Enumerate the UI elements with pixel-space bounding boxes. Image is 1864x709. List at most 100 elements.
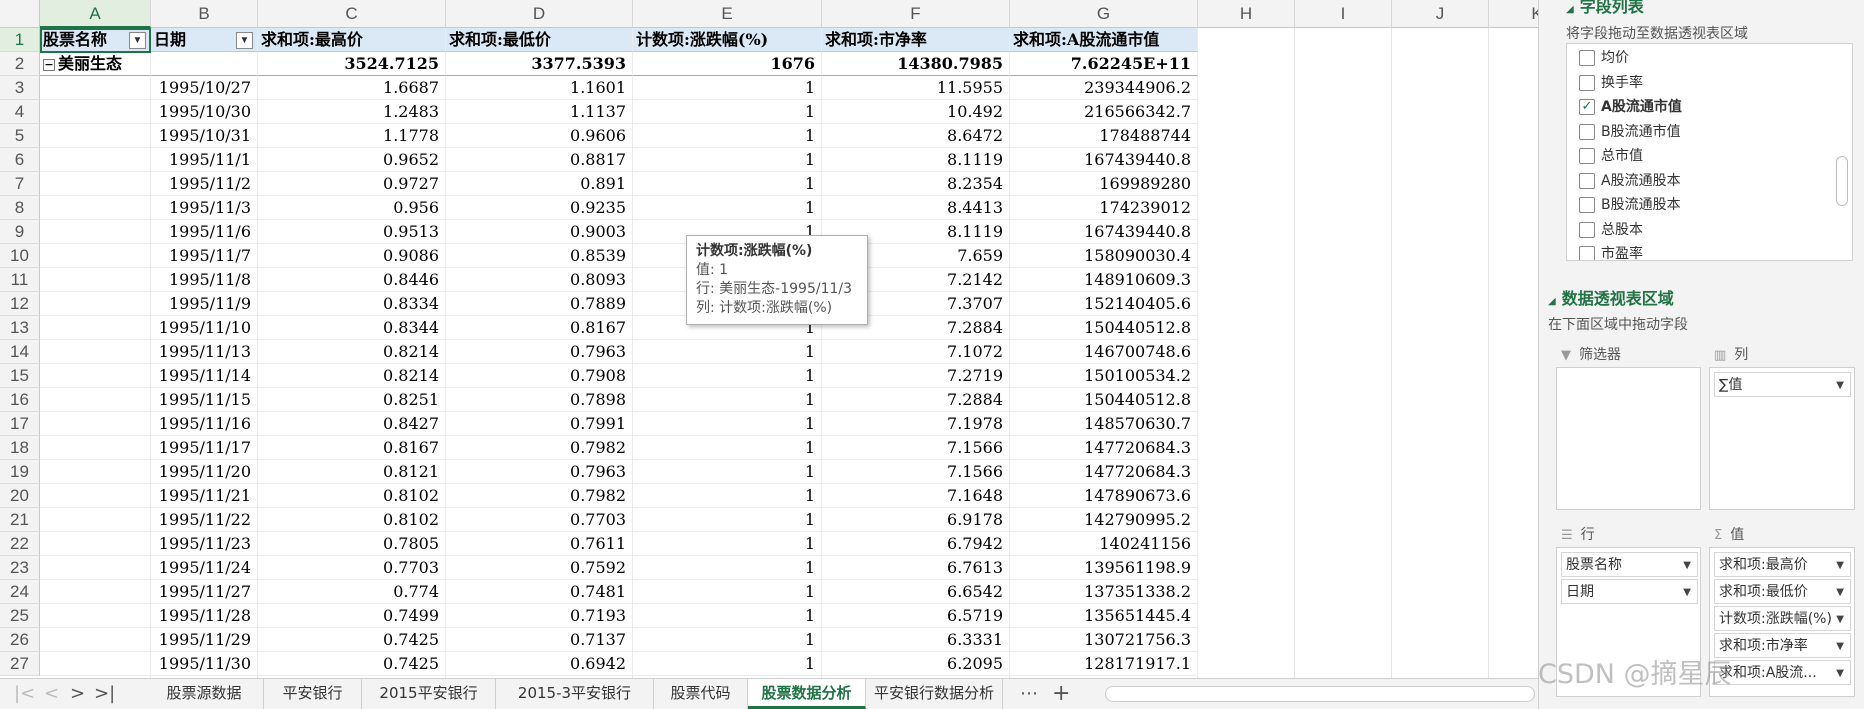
zone-field-chip[interactable]: 求和项:市净率 ▼ [1714,633,1851,658]
value-cell[interactable]: 130721756.3 [1010,628,1198,652]
date-cell[interactable]: 1995/11/15 [151,388,258,412]
row-header-19[interactable]: 19 [0,460,40,484]
sheet-tab[interactable]: 平安银行 [264,679,362,709]
zone-field-chip[interactable]: ∑值 ▼ [1714,372,1851,397]
value-cell[interactable]: 1 [633,340,822,364]
field-item[interactable]: 换手率 [1579,72,1643,94]
value-cell[interactable]: 6.2095 [822,652,1010,676]
row-header-14[interactable]: 14 [0,340,40,364]
value-cell[interactable]: 1 [633,388,822,412]
row-header-4[interactable]: 4 [0,100,40,124]
date-cell[interactable]: 1995/11/21 [151,484,258,508]
date-cell[interactable]: 1995/10/30 [151,100,258,124]
chevron-down-icon[interactable]: ▼ [1836,373,1844,396]
value-cell[interactable]: 0.774 [258,580,446,604]
value-cell[interactable]: 0.8446 [258,268,446,292]
sheet-tab[interactable]: 股票代码 [654,679,748,709]
value-cell[interactable]: 147720684.3 [1010,460,1198,484]
value-cell[interactable]: 1.1778 [258,124,446,148]
zone-field-chip[interactable]: 求和项:最低价 ▼ [1714,579,1851,604]
last-sheet-button[interactable]: >| [94,683,115,704]
value-cell[interactable]: 0.7991 [446,412,633,436]
value-cell[interactable]: 0.9727 [258,172,446,196]
value-cell[interactable]: 10.492 [822,100,1010,124]
row-header-1[interactable]: 1 [0,28,40,52]
value-cell[interactable]: 6.5719 [822,604,1010,628]
value-cell[interactable]: 0.8251 [258,388,446,412]
value-cell[interactable]: 148910609.3 [1010,268,1198,292]
row-header-20[interactable]: 20 [0,484,40,508]
value-cell[interactable]: 169989280 [1010,172,1198,196]
row-header-7[interactable]: 7 [0,172,40,196]
first-sheet-button[interactable]: |< [14,683,35,704]
value-cell[interactable]: 0.9086 [258,244,446,268]
field-item[interactable]: 总市值 [1579,145,1643,167]
date-cell[interactable]: 1995/10/27 [151,76,258,100]
value-cell[interactable]: 1.2483 [258,100,446,124]
row-header-15[interactable]: 15 [0,364,40,388]
value-cell[interactable]: 0.7425 [258,652,446,676]
checkbox-icon[interactable] [1579,172,1595,189]
chevron-down-icon[interactable]: ▼ [1836,607,1844,630]
column-header-b[interactable]: B [151,0,258,28]
chevron-down-icon[interactable]: ▼ [1683,580,1691,603]
value-cell[interactable]: 158090030.4 [1010,244,1198,268]
row-header-17[interactable]: 17 [0,412,40,436]
sheet-tab[interactable]: 2015平安银行 [362,679,496,709]
value-cell[interactable]: 0.8817 [446,148,633,172]
column-header-i[interactable]: I [1295,0,1392,28]
pivot-header-cell[interactable]: 求和项:最低价 [446,28,633,52]
value-cell[interactable]: 0.8539 [446,244,633,268]
value-cell[interactable]: 148570630.7 [1010,412,1198,436]
value-cell[interactable]: 0.8093 [446,268,633,292]
column-header-e[interactable]: E [633,0,822,28]
value-cell[interactable]: 1 [633,484,822,508]
pivot-header-cell[interactable]: 求和项:A股流通市值 [1010,28,1198,52]
pivot-header-cell[interactable]: 计数项:涨跌幅(%) [633,28,822,52]
value-cell[interactable]: 1 [633,652,822,676]
row-header-23[interactable]: 23 [0,556,40,580]
value-cell[interactable]: 1 [633,556,822,580]
value-cell[interactable]: 135651445.4 [1010,604,1198,628]
checkbox-icon[interactable] [1579,123,1595,140]
value-cell[interactable]: 0.9003 [446,220,633,244]
pivot-total-cell[interactable]: 14380.7985 [822,52,1010,76]
value-cell[interactable]: 0.7193 [446,604,633,628]
field-item[interactable]: B股流通股本 [1579,194,1681,216]
date-cell[interactable]: 1995/11/7 [151,244,258,268]
checkbox-icon[interactable] [1579,221,1595,238]
value-cell[interactable]: 7.1566 [822,436,1010,460]
sheet-tab[interactable]: 平安银行数据分析 [866,679,1003,709]
row-header-5[interactable]: 5 [0,124,40,148]
value-cell[interactable]: 11.5955 [822,76,1010,100]
date-cell[interactable]: 1995/11/29 [151,628,258,652]
row-header-6[interactable]: 6 [0,148,40,172]
pivot-total-cell[interactable]: 3377.5393 [446,52,633,76]
checkbox-icon[interactable] [1579,148,1595,164]
value-cell[interactable]: 1 [633,580,822,604]
value-cell[interactable]: 1 [633,532,822,556]
value-cell[interactable]: 7.2719 [822,364,1010,388]
filter-zone[interactable] [1556,367,1701,510]
value-cell[interactable]: 0.8102 [258,508,446,532]
value-cell[interactable]: 0.7963 [446,340,633,364]
column-header-c[interactable]: C [258,0,446,28]
field-list[interactable]: 均价 换手率 ✓ A股流通市值 B股流通市值 总市值 A股流通股本 B股流通股本 总股本 市盈率 [1566,43,1853,261]
row-header-18[interactable]: 18 [0,436,40,460]
value-cell[interactable]: 128171917.1 [1010,652,1198,676]
row-header-12[interactable]: 12 [0,292,40,316]
value-cell[interactable]: 0.8344 [258,316,446,340]
value-cell[interactable]: 167439440.8 [1010,148,1198,172]
row-header-25[interactable]: 25 [0,604,40,628]
value-cell[interactable]: 0.7982 [446,484,633,508]
value-cell[interactable]: 1 [633,412,822,436]
field-item[interactable]: 均价 [1579,47,1629,69]
value-cell[interactable]: 0.7982 [446,436,633,460]
column-header-a[interactable]: A [40,0,151,28]
value-cell[interactable]: 6.7613 [822,556,1010,580]
value-cell[interactable]: 0.9606 [446,124,633,148]
date-cell[interactable]: 1995/11/6 [151,220,258,244]
value-cell[interactable]: 0.8334 [258,292,446,316]
value-cell[interactable]: 0.7425 [258,628,446,652]
value-cell[interactable]: 8.1119 [822,148,1010,172]
